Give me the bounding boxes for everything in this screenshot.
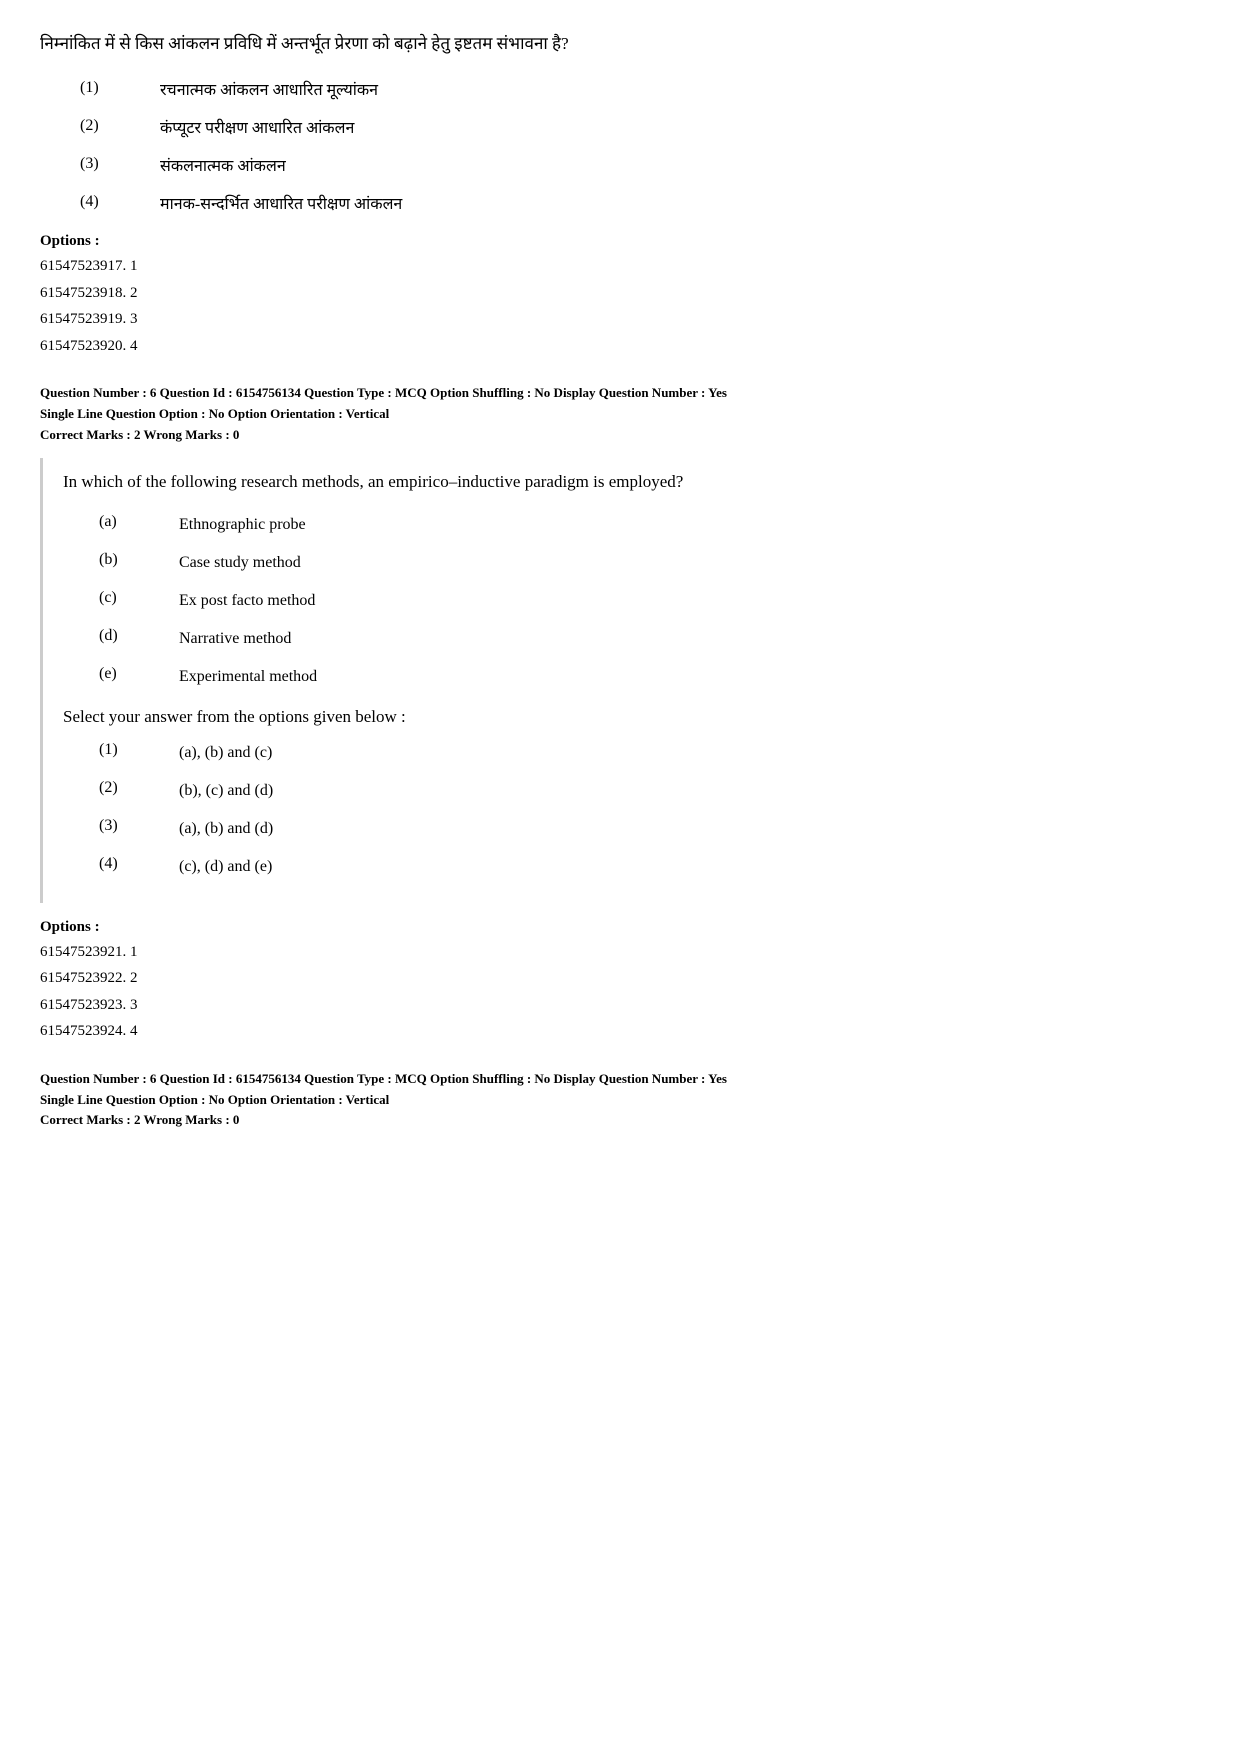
q6-question-text: In which of the following research metho… [59,468,1184,495]
hindi-option-row: (1)रचनात्मक आंकलन आधारित मूल्यांकन [60,79,1200,103]
hindi-option-text: मानक-सन्दर्भित आधारित परीक्षण आंकलन [160,193,402,217]
q6-answer-option-row: (4)(c), (d) and (e) [79,855,1184,879]
q6-sub-option-row: (b)Case study method [79,551,1184,575]
q6-sub-option-row: (c)Ex post facto method [79,589,1184,613]
hindi-option-text: रचनात्मक आंकलन आधारित मूल्यांकन [160,79,378,103]
q6-answer-option-text: (a), (b) and (d) [179,817,273,841]
q6-option-code: 61547523923. 3 [40,993,1200,1019]
q6-sub-option-text: Ethnographic probe [179,513,306,537]
q6-sub-option-label: (d) [99,627,179,645]
q6-answer-option-label: (2) [99,779,179,797]
q6-sub-option-row: (a)Ethnographic probe [79,513,1184,537]
hindi-option-label: (4) [80,193,160,211]
q6-sub-options: (a)Ethnographic probe(b)Case study metho… [79,513,1184,689]
hindi-option-text: कंप्यूटर परीक्षण आधारित आंकलन [160,117,354,141]
q6-sub-option-row: (e)Experimental method [79,665,1184,689]
hindi-option-row: (2)कंप्यूटर परीक्षण आधारित आंकलन [60,117,1200,141]
q6-meta-line1: Question Number : 6 Question Id : 615475… [40,385,727,400]
hindi-question-section: निम्नांकित में से किस आंकलन प्रविधि में … [40,30,1200,359]
q6-codes-list: 61547523921. 161547523922. 261547523923.… [40,940,1200,1045]
q6-answer-option-text: (b), (c) and (d) [179,779,273,803]
hindi-option-row: (4)मानक-सन्दर्भित आधारित परीक्षण आंकलन [60,193,1200,217]
hindi-option-label: (2) [80,117,160,135]
q6-answer-option-text: (a), (b) and (c) [179,741,272,765]
hindi-option-text: संकलनात्मक आंकलन [160,155,286,179]
options-header-2: Options : [40,919,1200,936]
q6-options-section: Options : 61547523921. 161547523922. 261… [40,919,1200,1045]
q6-sub-option-text: Narrative method [179,627,291,651]
q6-sub-option-label: (a) [99,513,179,531]
q6-answer-option-row: (3)(a), (b) and (d) [79,817,1184,841]
hindi-option-code: 61547523917. 1 [40,254,1200,280]
q6-answer-option-label: (3) [99,817,179,835]
q6b-meta-line1: Question Number : 6 Question Id : 615475… [40,1071,727,1086]
hindi-question-text: निम्नांकित में से किस आंकलन प्रविधि में … [40,30,1200,57]
hindi-option-code: 61547523919. 3 [40,307,1200,333]
options-header-1: Options : [40,233,1200,250]
q6-answer-options: (1)(a), (b) and (c)(2)(b), (c) and (d)(3… [79,741,1184,879]
hindi-option-label: (3) [80,155,160,173]
q6-answer-option-row: (2)(b), (c) and (d) [79,779,1184,803]
select-answer-text: Select your answer from the options give… [63,707,1184,727]
q6-body: In which of the following research metho… [40,458,1200,903]
q6-answer-option-label: (4) [99,855,179,873]
q6-meta: Question Number : 6 Question Id : 615475… [40,383,1200,445]
q6b-meta-line2: Single Line Question Option : No Option … [40,1092,389,1107]
q6-sub-option-text: Experimental method [179,665,317,689]
hindi-options-list: (1)रचनात्मक आंकलन आधारित मूल्यांकन(2)कंप… [60,79,1200,217]
q6-sub-option-label: (e) [99,665,179,683]
q6-sub-option-label: (b) [99,551,179,569]
q6-correct-marks: Correct Marks : 2 Wrong Marks : 0 [40,427,239,442]
q6-answer-option-row: (1)(a), (b) and (c) [79,741,1184,765]
q6b-meta: Question Number : 6 Question Id : 615475… [40,1069,1200,1131]
q6-sub-option-label: (c) [99,589,179,607]
q6-answer-option-label: (1) [99,741,179,759]
hindi-option-row: (3)संकलनात्मक आंकलन [60,155,1200,179]
q6-option-code: 61547523921. 1 [40,940,1200,966]
hindi-option-label: (1) [80,79,160,97]
q6-answer-option-text: (c), (d) and (e) [179,855,272,879]
q6-meta-line2: Single Line Question Option : No Option … [40,406,389,421]
q6-sub-option-text: Ex post facto method [179,589,315,613]
hindi-option-code: 61547523918. 2 [40,281,1200,307]
q6-option-code: 61547523922. 2 [40,966,1200,992]
q6-sub-option-text: Case study method [179,551,301,575]
hindi-codes-list: 61547523917. 161547523918. 261547523919.… [40,254,1200,359]
q6-sub-option-row: (d)Narrative method [79,627,1184,651]
q6b-correct-marks: Correct Marks : 2 Wrong Marks : 0 [40,1112,239,1127]
hindi-option-code: 61547523920. 4 [40,334,1200,360]
q6-option-code: 61547523924. 4 [40,1019,1200,1045]
